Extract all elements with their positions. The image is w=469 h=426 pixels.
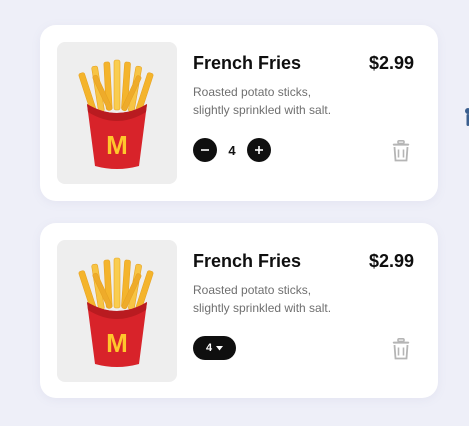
description-line-1: Roasted potato sticks, bbox=[193, 85, 312, 99]
quantity-stepper: 4 bbox=[193, 138, 271, 162]
trash-icon bbox=[392, 140, 410, 162]
quantity-dropdown[interactable]: 4 bbox=[193, 336, 236, 360]
caret-down-icon bbox=[216, 345, 224, 350]
offscreen-indicator bbox=[462, 106, 469, 128]
product-price: $2.99 bbox=[368, 53, 414, 73]
product-image: M bbox=[57, 240, 177, 382]
delete-item-button[interactable] bbox=[392, 338, 410, 365]
product-title: French Fries bbox=[193, 251, 302, 271]
description-line-2: slightly sprinkled with salt. bbox=[193, 301, 332, 315]
increase-quantity-button[interactable] bbox=[247, 138, 271, 162]
plus-icon bbox=[255, 146, 263, 154]
cart-item-card-a: M French Fries $2.99 Roasted potato stic… bbox=[40, 25, 438, 201]
cart-item-card-b: M French Fries $2.99 Roasted potato stic… bbox=[40, 223, 438, 398]
quantity-value: 4 bbox=[205, 342, 213, 354]
product-title: French Fries bbox=[193, 53, 302, 73]
decrease-quantity-button[interactable] bbox=[193, 138, 217, 162]
svg-text:M: M bbox=[106, 130, 128, 160]
description-line-1: Roasted potato sticks, bbox=[193, 283, 312, 297]
product-image: M bbox=[57, 42, 177, 184]
trash-icon bbox=[392, 338, 410, 360]
product-description: Roasted potato sticks, slightly sprinkle… bbox=[193, 281, 373, 317]
quantity-value: 4 bbox=[228, 142, 236, 158]
svg-text:M: M bbox=[106, 328, 128, 358]
description-line-2: slightly sprinkled with salt. bbox=[193, 103, 332, 117]
delete-item-button[interactable] bbox=[392, 140, 410, 167]
minus-icon bbox=[201, 149, 209, 151]
product-description: Roasted potato sticks, slightly sprinkle… bbox=[193, 83, 373, 119]
product-price: $2.99 bbox=[368, 251, 414, 271]
